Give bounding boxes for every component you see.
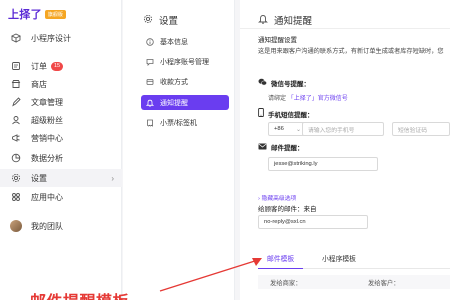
section-title: 通知提醒设置 [258,37,297,44]
chevron-right-icon: › [111,173,114,183]
section-description: 这是用来跟客户沟通的联系方式，有新订单生成或者库存短缺时，您 [258,48,444,55]
sidebar-item-shop[interactable]: 商店 [0,75,122,93]
mail-icon [258,143,267,152]
bell-icon [258,14,268,27]
brand-logo[interactable]: 上择了 旗舰版 [8,7,66,21]
chat-icon [145,58,155,66]
sidebar-item-label: 应用中心 [31,192,63,202]
settings-title-text: 设置 [159,16,179,27]
subnav-item-label: 小程序账号管理 [160,58,209,66]
subnav-item-label: 通知提醒 [160,99,188,107]
order-icon [10,60,22,72]
cube-icon [10,32,22,44]
country-code-value: +86 [274,126,284,132]
sidebar-item-label: 订单 [31,61,47,71]
subnav-item-basic-info[interactable]: 基本信息 [141,34,229,49]
avatar [10,220,22,232]
sidebar-item-label: 商店 [31,79,47,89]
wechat-icon [258,78,267,88]
sidebar-item-marketing[interactable]: 营销中心 [0,129,122,147]
info-icon [145,37,155,46]
sidebar-item-analytics[interactable]: 数据分析 [0,149,122,167]
phone-input[interactable]: 请输入您的手机号 [302,122,384,136]
wechat-reminder-label: 微信号提醒： [258,78,310,88]
bell-icon [145,99,155,107]
template-table-header: 发给商家： 发给客户： [258,275,450,289]
reply-from-label: 给顾客的邮件：来自 [258,206,317,213]
email-reminder-text: 邮件提醒： [271,145,304,152]
sidebar-item-orders[interactable]: 订单 15 [0,57,122,75]
wechat-bind-line: 请绑定 「上择了」官方微信号 [268,93,348,102]
marketing-icon [10,132,22,144]
chevron-down-icon: ⌄ [295,126,301,133]
order-count-badge: 15 [51,61,64,71]
sidebar: 上择了 旗舰版 小程序设计 订单 15 商店 文章管理 超级粉丝 营销中心 数据… [0,0,122,300]
tab-email-template[interactable]: 邮件模板 [258,247,304,269]
reply-email-input[interactable]: no-reply@sxl.cn [258,215,368,229]
hide-advanced-options-link[interactable]: › 隐藏高级选项 [258,193,296,202]
page-title-text: 通知提醒 [274,16,313,27]
sidebar-item-my-team[interactable]: 我的团队 [0,217,122,235]
subnav-item-label: 收款方式 [160,78,188,86]
subnav-item-miniprogram-accounts[interactable]: 小程序账号管理 [141,54,229,69]
sms-reminder-text: 手机短信提醒： [268,111,314,119]
plan-badge: 旗舰版 [44,9,66,19]
gear-icon [143,14,153,27]
sidebar-item-articles[interactable]: 文章管理 [0,93,122,111]
template-tabs: 邮件模板 小程序模板 [258,247,450,269]
settings-subnav: 设置 基本信息 小程序账号管理 收款方式 通知提醒 小票/标签机 [123,0,235,300]
sidebar-item-app-center[interactable]: 应用中心 [0,188,122,206]
divider [240,28,450,29]
brand-name: 上择了 [8,8,42,21]
sidebar-item-settings[interactable]: 设置 › [0,169,122,187]
sidebar-item-label: 我的团队 [31,221,63,231]
subnav-item-notifications[interactable]: 通知提醒 [141,95,229,110]
sidebar-item-label: 营销中心 [31,133,63,143]
sidebar-item-label: 设置 [31,173,47,183]
sidebar-item-super-fans[interactable]: 超级粉丝 [0,111,122,129]
subnav-item-payment-methods[interactable]: 收款方式 [141,74,229,89]
sidebar-item-miniprogram-design[interactable]: 小程序设计 [0,29,122,47]
sidebar-item-label: 数据分析 [31,153,63,163]
sms-reminder-label: 手机短信提醒： [258,108,314,119]
sidebar-item-label: 文章管理 [31,97,63,107]
sidebar-item-label: 超级粉丝 [31,115,63,125]
wallet-icon [145,78,155,86]
gear-icon [10,172,22,184]
wechat-reminder-text: 微信号提醒： [271,81,310,88]
settings-title: 设置 [143,13,178,27]
apps-icon [10,191,22,203]
annotation-label: 邮件提醒模板 [30,288,129,300]
country-code-select[interactable]: +86 ⌄ [268,122,306,136]
receipt-icon [145,119,155,127]
wechat-official-account-link[interactable]: 「上择了」官方微信号 [288,96,348,102]
tab-miniprogram-template[interactable]: 小程序模板 [316,247,362,269]
article-icon [10,96,22,108]
subnav-item-receipt-printer[interactable]: 小票/标签机 [141,115,229,130]
column-header-customer: 发给客户： [368,280,400,287]
subnav-item-label: 小票/标签机 [160,119,197,127]
fans-icon [10,114,22,126]
analytics-icon [10,152,22,164]
subnav-item-label: 基本信息 [160,38,188,46]
phone-icon [258,108,264,119]
notification-settings-panel: 通知提醒 通知提醒设置 这是用来跟客户沟通的联系方式，有新订单生成或者库存短缺时… [240,0,450,300]
page-title: 通知提醒 [258,13,312,27]
sidebar-item-label: 小程序设计 [31,33,71,43]
email-reminder-label: 邮件提醒： [258,142,304,152]
wechat-bind-prefix: 请绑定 [268,96,287,102]
email-input[interactable]: jesse@striking.ly [268,157,378,171]
sms-code-input[interactable]: 短信验证码 [392,122,450,136]
column-header-merchant: 发给商家： [270,280,302,287]
shop-icon [10,78,22,90]
